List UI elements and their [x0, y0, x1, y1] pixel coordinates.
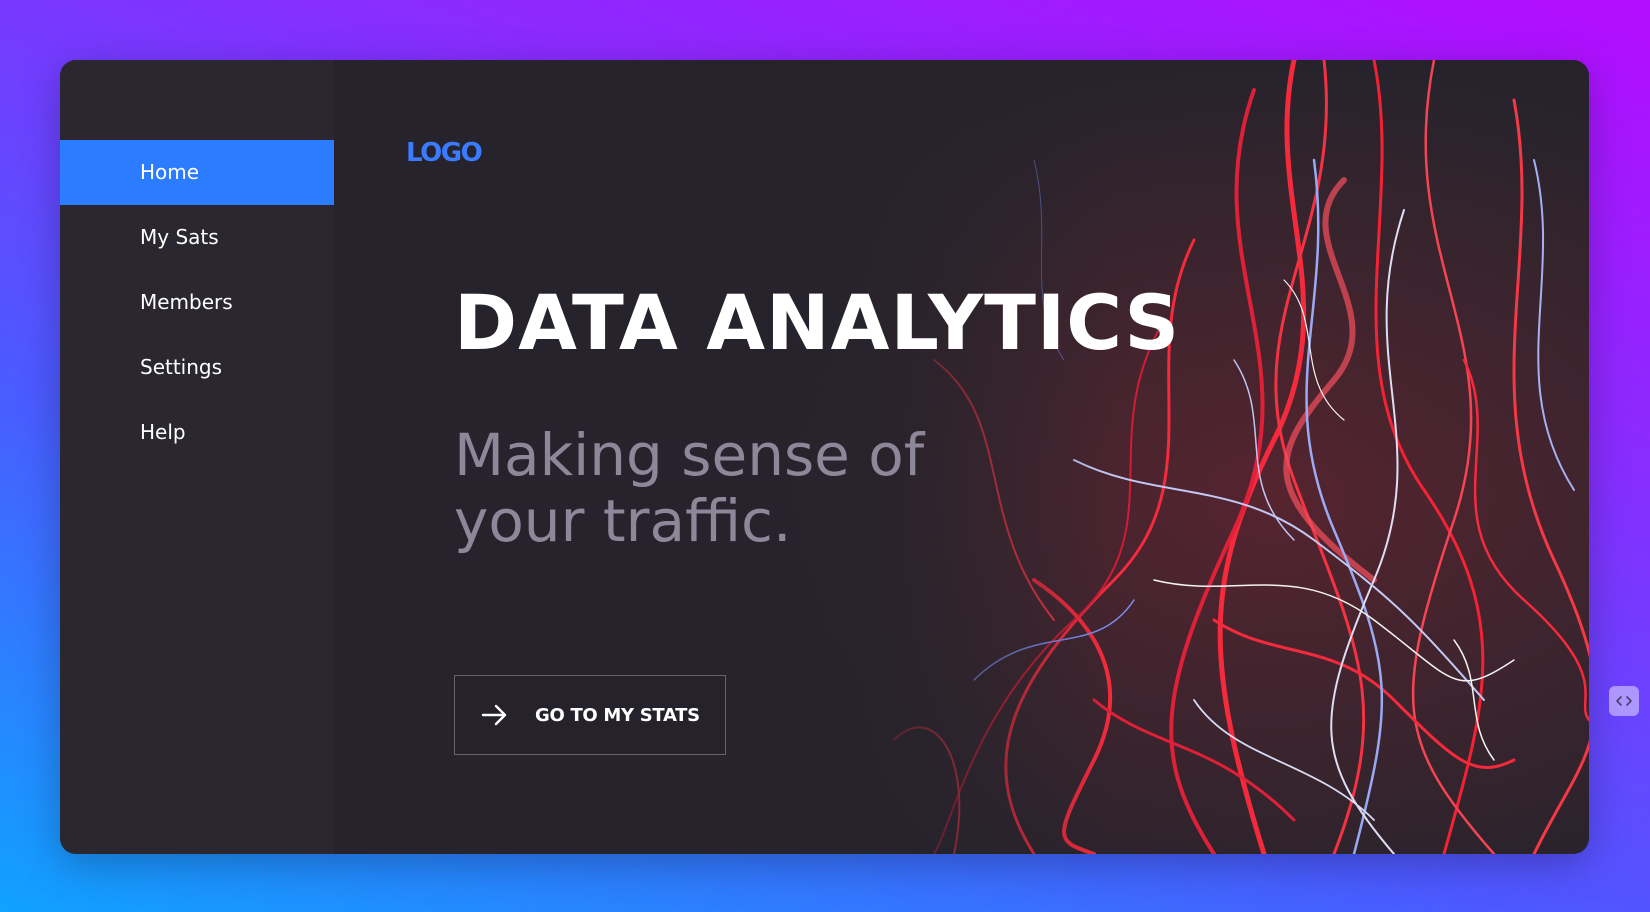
app-card: Home My Sats Members Settings Help LOGO …: [60, 60, 1589, 854]
sidebar-item-label: Help: [140, 420, 186, 444]
page-title: DATA ANALYTICS: [454, 278, 1181, 367]
sidebar-item-home[interactable]: Home: [60, 140, 334, 205]
logo[interactable]: LOGO: [406, 138, 483, 168]
sidebar-nav: Home My Sats Members Settings Help: [60, 140, 334, 465]
hero-subtitle-line-1: Making sense of: [454, 421, 925, 489]
code-icon: [1616, 696, 1632, 706]
hero-subtitle: Making sense of your traffic.: [454, 422, 1014, 554]
hero-subtitle-line-2: your traffic.: [454, 487, 792, 555]
sidebar-item-label: Members: [140, 290, 233, 314]
arrow-right-icon: [481, 704, 507, 726]
hero-panel: LOGO DATA ANALYTICS Making sense of your…: [334, 60, 1589, 854]
sidebar: Home My Sats Members Settings Help: [60, 60, 335, 854]
sidebar-item-label: Settings: [140, 355, 223, 379]
sidebar-item-help[interactable]: Help: [60, 400, 334, 465]
sidebar-item-members[interactable]: Members: [60, 270, 334, 335]
go-to-stats-button[interactable]: GO TO MY STATS: [454, 675, 726, 755]
go-to-stats-label: GO TO MY STATS: [535, 704, 700, 726]
sidebar-item-label: My Sats: [140, 225, 219, 249]
sidebar-item-my-sats[interactable]: My Sats: [60, 205, 334, 270]
sidebar-item-label: Home: [140, 160, 200, 184]
sidebar-item-settings[interactable]: Settings: [60, 335, 334, 400]
code-widget-button[interactable]: [1609, 686, 1639, 716]
